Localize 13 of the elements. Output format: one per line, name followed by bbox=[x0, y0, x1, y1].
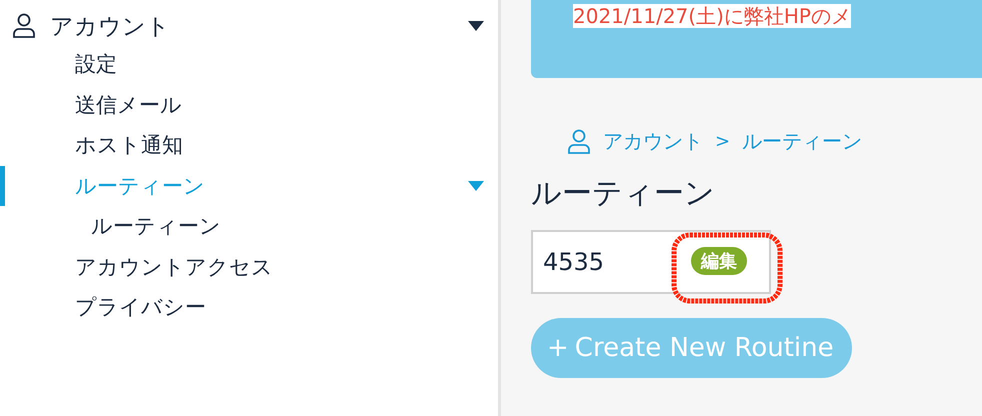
user-icon bbox=[12, 13, 36, 39]
caret-icon[interactable] bbox=[468, 21, 484, 31]
sidebar-group-header[interactable]: アカウント bbox=[0, 8, 498, 44]
sidebar-item[interactable]: アカウントアクセス bbox=[0, 246, 498, 287]
notice-text: 2021/11/27(土)に弊社HPのメ bbox=[573, 4, 851, 28]
sidebar-item[interactable]: 設定 bbox=[0, 44, 498, 84]
sidebar-item[interactable]: ホスト通知 bbox=[0, 125, 498, 166]
page-title: ルーティーン bbox=[531, 175, 716, 213]
sidebar-item[interactable]: 送信メール bbox=[0, 84, 498, 125]
user-icon bbox=[567, 128, 591, 154]
breadcrumb-separator: > bbox=[715, 131, 730, 152]
sidebar-item[interactable]: ルーティーン bbox=[0, 206, 498, 246]
sidebar-item[interactable]: プライバシー bbox=[0, 287, 498, 328]
